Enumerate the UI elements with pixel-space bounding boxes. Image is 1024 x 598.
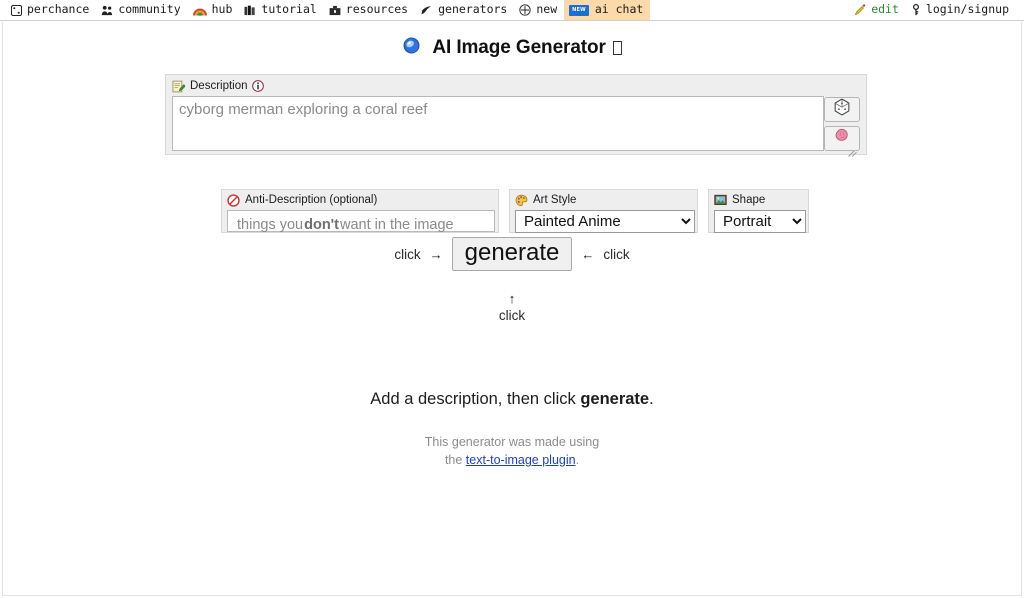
status-hint-bold: generate: [580, 390, 650, 408]
nav-item-community[interactable]: community: [96, 0, 187, 20]
page-title: AI Image Generator: [3, 36, 1021, 61]
framed-picture-icon: [714, 194, 727, 206]
anti-description-label: Anti-Description (optional): [245, 194, 378, 206]
nav-item-label: resources: [345, 2, 409, 17]
ai-brain-button[interactable]: [824, 126, 860, 151]
key-icon: [911, 4, 921, 16]
art-style-select[interactable]: Painted Anime: [515, 210, 695, 233]
description-panel: Description: [165, 74, 867, 157]
new-badge-icon: NEW: [569, 4, 589, 16]
arrow-left-icon: ←: [581, 246, 595, 262]
description-textarea-wrap: [172, 96, 860, 157]
nav-item-label: perchance: [27, 2, 90, 17]
nav-item-label: login/signup: [925, 2, 1009, 17]
rainbow-icon: [192, 5, 207, 16]
description-label-row: Description: [172, 79, 860, 93]
blue-gem-icon: [402, 37, 426, 60]
missing-glyph-box: [612, 41, 622, 55]
generator-content-area: AI Image Generator Description cyborg me…: [2, 22, 1022, 596]
credit-text: This generator was made using the text-t…: [3, 433, 1021, 469]
credit-line-2-suffix: .: [575, 453, 580, 468]
sparkle-icon: [420, 5, 433, 16]
random-dice-button[interactable]: [824, 97, 860, 122]
nav-item-tutorial[interactable]: tutorial: [239, 0, 323, 20]
arrow-up-icon: ↑: [508, 291, 516, 306]
dice-icon: [833, 98, 851, 121]
description-side-buttons: [824, 97, 860, 151]
people-icon: [101, 5, 113, 16]
shape-label: Shape: [732, 194, 766, 206]
page-title-text: AI Image Generator: [432, 37, 606, 58]
anti-description-input[interactable]: [227, 210, 495, 232]
description-label: Description: [190, 80, 248, 92]
nav-item-label: hub: [211, 2, 233, 17]
nav-right-group: edit login/signup: [849, 0, 1024, 20]
nav-item-new[interactable]: new: [514, 0, 564, 20]
art-style-label-row: Art Style: [515, 193, 692, 207]
shape-label-row: Shape: [714, 193, 803, 207]
credit-line-1: This generator was made using: [424, 435, 600, 449]
shape-panel: Shape Portrait: [708, 189, 809, 233]
nav-item-label: edit: [871, 2, 899, 17]
plus-circle-icon: [519, 4, 531, 16]
nav-item-perchance[interactable]: perchance: [6, 0, 96, 20]
status-hint-suffix: .: [649, 390, 654, 408]
click-hint-below: click: [498, 308, 526, 323]
anti-description-label-row: Anti-Description (optional): [227, 193, 493, 207]
generate-row: click → generate ← click: [3, 237, 1021, 272]
nav-left-group: perchance community hub tutorial resourc…: [0, 0, 651, 20]
perchance-logo-icon: [11, 4, 22, 16]
nav-item-label: generators: [438, 2, 508, 17]
info-icon[interactable]: [251, 80, 264, 92]
nav-item-label: new: [536, 2, 558, 17]
click-hint-left: click: [394, 246, 421, 262]
arrow-right-icon: →: [429, 246, 443, 262]
brain-icon: [833, 127, 851, 150]
generate-below-hint: ↑ click: [3, 292, 1021, 325]
nav-item-edit[interactable]: edit: [849, 0, 906, 20]
art-style-panel: Art Style Painted Anime: [509, 189, 698, 233]
nav-item-label: tutorial: [261, 2, 317, 17]
nav-item-resources[interactable]: resources: [324, 0, 415, 20]
credit-line-2-prefix: the: [444, 453, 466, 468]
memo-icon: [172, 80, 185, 93]
art-style-label: Art Style: [533, 194, 577, 206]
status-hint-prefix: Add a description, then click: [370, 390, 581, 408]
nav-item-hub[interactable]: hub: [188, 0, 240, 20]
toolbox-icon: [329, 5, 341, 16]
status-hint: Add a description, then click generate.: [3, 390, 1021, 409]
palette-icon: [515, 194, 528, 207]
shape-select[interactable]: Portrait: [714, 210, 806, 233]
nav-item-login-signup[interactable]: login/signup: [906, 0, 1016, 20]
generate-button[interactable]: generate: [451, 237, 573, 272]
nav-item-ai-chat[interactable]: NEW ai chat: [564, 0, 651, 20]
nav-item-generators[interactable]: generators: [415, 0, 514, 20]
prohibition-icon: [227, 193, 240, 207]
anti-description-panel: Anti-Description (optional) things you d…: [221, 189, 499, 233]
books-icon: [244, 5, 256, 16]
description-input[interactable]: [172, 96, 824, 151]
pencil-icon: [854, 4, 866, 16]
click-hint-right: click: [603, 246, 630, 262]
top-navigation-bar: perchance community hub tutorial resourc…: [0, 0, 1024, 21]
nav-item-label: community: [118, 2, 181, 17]
text-to-image-plugin-link[interactable]: text-to-image plugin: [466, 453, 576, 467]
nav-item-label: ai chat: [594, 2, 644, 17]
